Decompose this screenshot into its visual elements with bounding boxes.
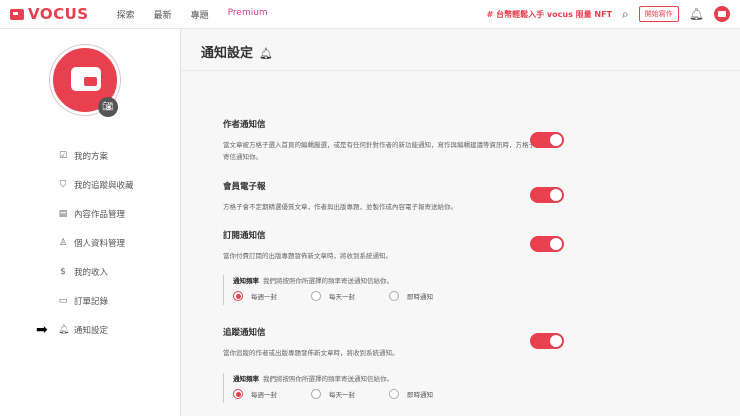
radio-label: 每天一封: [329, 293, 355, 301]
user-icon: ♙: [58, 237, 68, 248]
frequency-hint: 我們將按照你所選擇的頻率寄送通知信給你。: [263, 375, 393, 383]
vocus-logo[interactable]: VOCUS: [10, 5, 89, 23]
nft-promo-link[interactable]: # 台幣輕鬆入手 vocus 限量 NFT: [487, 9, 612, 20]
radio-label: 每週一封: [251, 391, 277, 399]
section-subscribe: 訂閱通知信當你付費訂閱的出版專題發佈新文章時，將收到系統通知。: [223, 229, 543, 262]
sidebar: 📷︎ ☑ 我的方案 ⛉ 我的追蹤與收藏 ▤ 內容作品管理 ♙ 個人資料管理 $ 我的收入 …: [0, 29, 181, 416]
checkbox-icon: ☑: [58, 150, 68, 161]
sidebar-item-plan[interactable]: ☑ 我的方案: [58, 141, 134, 170]
section-newsletter: 會員電子報方格子會不定期精選優質文章，作者與出版專題，並製作成內容電子報寄送給你…: [223, 180, 543, 213]
section-title: 訂閱通知信: [223, 231, 266, 241]
sidebar-item-label: 訂單記錄: [74, 296, 109, 307]
sidebar-item-label: 通知設定: [74, 325, 109, 336]
radio-label: 即時通知: [407, 293, 433, 301]
start-writing-button[interactable]: 開始寫作: [638, 6, 679, 22]
dollar-icon: $: [60, 266, 66, 277]
bell-icon: 🔔︎: [259, 47, 273, 60]
section-desc: 方格子會不定期精選優質文章，作者與出版專題，並製作成內容電子報寄送給你。: [223, 203, 457, 211]
section-title: 追蹤通知信: [223, 328, 266, 338]
sidebar-item-label: 我的收入: [74, 267, 109, 278]
search-icon[interactable]: ⌕: [622, 7, 629, 22]
toggle-author[interactable]: [530, 132, 564, 148]
nav-explore[interactable]: 探索: [117, 8, 135, 21]
main-content: 通知設定 🔔︎ 作者通知信當文章被方格子選入首頁的編輯嚴選，或是有任何針對作者的新…: [181, 29, 740, 416]
sidebar-item-label: 我的追蹤與收藏: [74, 180, 134, 191]
radio-weekly[interactable]: 每週一封: [233, 291, 311, 301]
sidebar-item-notifications[interactable]: ➡ 🔔︎ 通知設定: [36, 315, 134, 344]
section-desc: 當文章被方格子選入首頁的編輯嚴選，或是有任何針對作者的新功能通知，寫作與編輯建議…: [223, 141, 542, 161]
page-title-text: 通知設定: [201, 46, 254, 61]
frequency-label: 通知頻率: [233, 375, 259, 383]
toggle-follow[interactable]: [530, 333, 564, 349]
sidebar-item-label: 我的方案: [74, 151, 109, 162]
bell-icon: 🔔︎: [58, 324, 70, 335]
section-desc: 當你付費訂閱的出版專題發佈新文章時，將收到系統通知。: [223, 252, 392, 260]
sidebar-item-income[interactable]: $ 我的收入: [58, 257, 134, 286]
logo-text: VOCUS: [28, 5, 89, 23]
document-icon: ▤: [58, 208, 68, 219]
nav-topics[interactable]: 專題: [191, 8, 209, 21]
radio-daily[interactable]: 每天一封: [311, 291, 389, 301]
radio-instant[interactable]: 即時通知: [389, 291, 467, 301]
divider: [181, 70, 740, 71]
sidebar-item-label: 個人資料管理: [74, 238, 126, 249]
section-title: 會員電子報: [223, 182, 266, 192]
frequency-follow: 通知頻率 我們將按照你所選擇的頻率寄送通知信給你。 每週一封 每天一封 即時通知: [223, 373, 467, 403]
radio-label: 每天一封: [329, 391, 355, 399]
bell-icon[interactable]: 🔔︎: [689, 7, 704, 21]
sidebar-item-orders[interactable]: ▭ 訂單記錄: [58, 286, 134, 315]
camera-icon[interactable]: 📷︎: [98, 97, 118, 117]
frequency-hint: 我們將按照你所選擇的頻率寄送通知信給你。: [263, 277, 393, 285]
sidebar-item-label: 內容作品管理: [74, 209, 126, 220]
frequency-label: 通知頻率: [233, 277, 259, 285]
radio-label: 即時通知: [407, 391, 433, 399]
section-follow: 追蹤通知信當你追蹤的作者或出版專題發佈新文章時，將收到系統通知。: [223, 326, 543, 359]
page-title: 通知設定 🔔︎: [201, 42, 273, 61]
radio-weekly[interactable]: 每週一封: [233, 389, 311, 399]
nav-premium[interactable]: Premium: [228, 8, 268, 21]
card-icon: ▭: [58, 295, 68, 306]
sidebar-item-follows[interactable]: ⛉ 我的追蹤與收藏: [58, 170, 134, 199]
radio-label: 每週一封: [251, 293, 277, 301]
user-avatar[interactable]: [714, 6, 730, 22]
section-author: 作者通知信當文章被方格子選入首頁的編輯嚴選，或是有任何針對作者的新功能通知，寫作…: [223, 118, 543, 163]
radio-daily[interactable]: 每天一封: [311, 389, 389, 399]
nav-latest[interactable]: 最新: [154, 8, 172, 21]
frequency-subscribe: 通知頻率 我們將按照你所選擇的頻率寄送通知信給你。 每週一封 每天一封 即時通知: [223, 275, 467, 305]
section-desc: 當你追蹤的作者或出版專題發佈新文章時，將收到系統通知。: [223, 349, 399, 357]
section-title: 作者通知信: [223, 120, 266, 130]
arrow-right-icon: ➡: [36, 321, 48, 338]
toggle-newsletter[interactable]: [530, 187, 564, 203]
bookmark-icon: ⛉: [59, 179, 67, 190]
sidebar-item-profile[interactable]: ♙ 個人資料管理: [58, 228, 134, 257]
radio-instant[interactable]: 即時通知: [389, 389, 467, 399]
sidebar-item-content[interactable]: ▤ 內容作品管理: [58, 199, 134, 228]
top-nav: VOCUS 探索 最新 專題 Premium # 台幣輕鬆入手 vocus 限量…: [0, 0, 740, 29]
toggle-subscribe[interactable]: [530, 236, 564, 252]
